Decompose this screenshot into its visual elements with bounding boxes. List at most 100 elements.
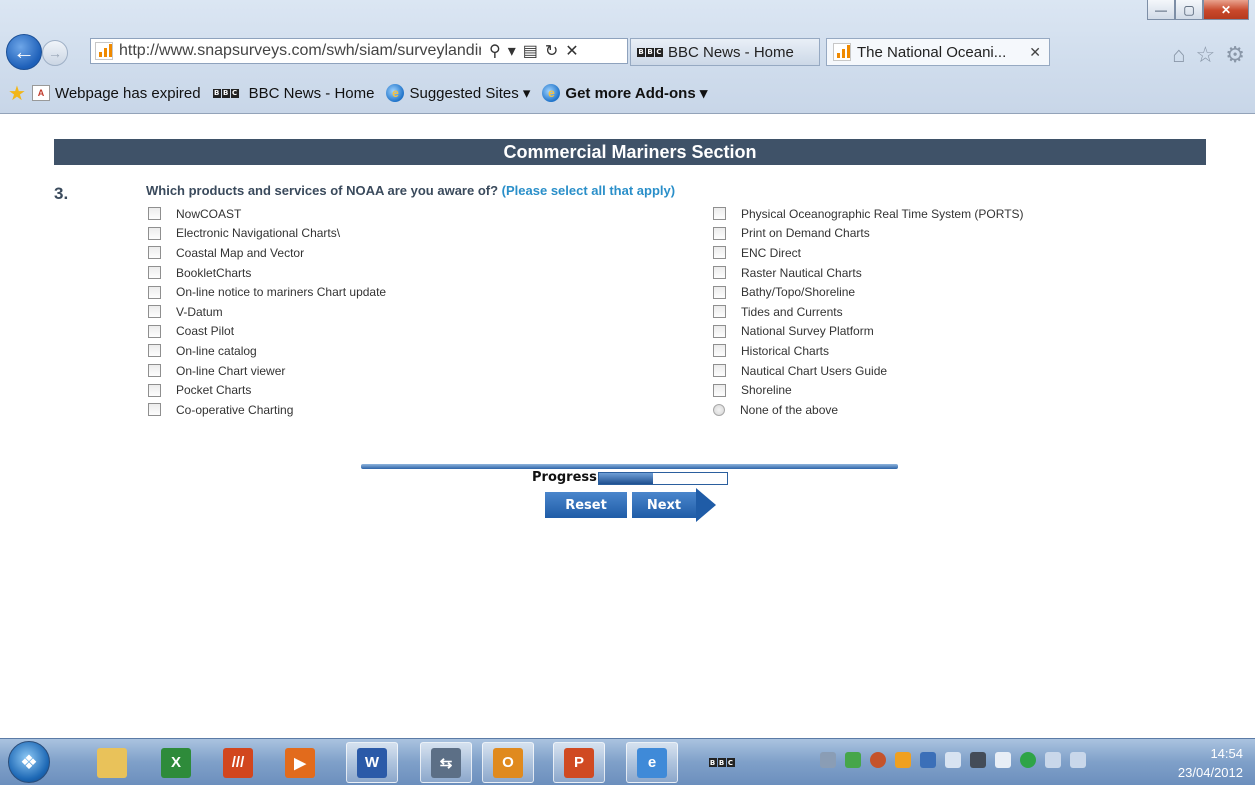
- option-checkbox[interactable]: [148, 226, 161, 240]
- option-radio[interactable]: [713, 403, 725, 416]
- option-checkbox[interactable]: [148, 246, 161, 260]
- option-checkbox[interactable]: [713, 207, 726, 221]
- favorites-star-icon[interactable]: ☆: [1196, 42, 1216, 68]
- tray-flag-icon[interactable]: [945, 752, 961, 768]
- tray-shield-icon[interactable]: [870, 752, 886, 768]
- fav-suggested-sites[interactable]: e Suggested Sites ▾: [386, 84, 530, 102]
- maximize-button[interactable]: ▢: [1175, 0, 1203, 20]
- option-row[interactable]: Coastal Map and Vector: [148, 243, 386, 263]
- home-icon[interactable]: ⌂: [1172, 42, 1185, 68]
- option-row[interactable]: Print on Demand Charts: [713, 224, 1024, 244]
- forward-button[interactable]: →: [42, 40, 68, 66]
- taskbar-pen-app[interactable]: ///: [212, 742, 264, 783]
- option-checkbox[interactable]: [713, 246, 726, 260]
- option-row[interactable]: Bathy/Topo/Shoreline: [713, 282, 1024, 302]
- explorer-icon: [97, 747, 127, 778]
- option-row[interactable]: BookletCharts: [148, 263, 386, 283]
- tray-office-icon[interactable]: [895, 752, 911, 768]
- option-row[interactable]: ENC Direct: [713, 243, 1024, 263]
- tray-volume-icon[interactable]: [1070, 752, 1086, 768]
- option-checkbox[interactable]: [148, 383, 161, 397]
- system-clock[interactable]: 14:54 23/04/2012: [1178, 744, 1243, 782]
- option-row[interactable]: National Survey Platform: [713, 322, 1024, 342]
- start-button[interactable]: ❖: [8, 741, 50, 783]
- taskbar-word[interactable]: W: [346, 742, 398, 783]
- back-button[interactable]: ←: [6, 34, 42, 70]
- option-checkbox[interactable]: [713, 344, 726, 358]
- taskbar-bbc[interactable]: BBC: [698, 742, 750, 783]
- option-row[interactable]: Pocket Charts: [148, 380, 386, 400]
- word-icon: W: [357, 747, 387, 778]
- tab-national-oceanic[interactable]: The National Oceani... ✕: [826, 38, 1050, 66]
- next-arrow-icon[interactable]: [696, 488, 716, 522]
- option-row[interactable]: None of the above: [713, 400, 1024, 420]
- dropdown-arrow-icon[interactable]: ▾: [508, 41, 516, 61]
- tray-check-icon[interactable]: [845, 752, 861, 768]
- tray-sync-icon[interactable]: [1020, 752, 1036, 768]
- option-row[interactable]: Raster Nautical Charts: [713, 263, 1024, 283]
- option-row[interactable]: Tides and Currents: [713, 302, 1024, 322]
- tray-camera-icon[interactable]: [970, 752, 986, 768]
- option-row[interactable]: On-line catalog: [148, 341, 386, 361]
- option-checkbox[interactable]: [148, 305, 161, 319]
- next-button[interactable]: Next: [632, 492, 696, 518]
- option-checkbox[interactable]: [148, 364, 161, 378]
- tray-signal-icon[interactable]: [1045, 752, 1061, 768]
- option-row[interactable]: Coast Pilot: [148, 322, 386, 342]
- option-row[interactable]: Nautical Chart Users Guide: [713, 361, 1024, 381]
- taskbar-outlook[interactable]: O: [482, 742, 534, 783]
- taskbar-explorer[interactable]: [86, 742, 138, 783]
- option-checkbox[interactable]: [713, 383, 726, 397]
- compatibility-view-icon[interactable]: ▤: [523, 41, 538, 61]
- address-bar[interactable]: http://www.snapsurveys.com/swh/siam/surv…: [90, 38, 628, 64]
- taskbar-media[interactable]: ▶: [274, 742, 326, 783]
- option-checkbox[interactable]: [148, 344, 161, 358]
- tray-pen-icon[interactable]: [820, 752, 836, 768]
- option-label: Nautical Chart Users Guide: [741, 363, 888, 378]
- option-row[interactable]: Co-operative Charting: [148, 400, 386, 420]
- option-checkbox[interactable]: [713, 266, 726, 280]
- close-window-button[interactable]: ✕: [1203, 0, 1249, 20]
- stop-icon[interactable]: ✕: [565, 41, 578, 61]
- reset-button[interactable]: Reset: [545, 492, 627, 518]
- option-checkbox[interactable]: [713, 226, 726, 240]
- option-row[interactable]: On-line notice to mariners Chart update: [148, 282, 386, 302]
- option-checkbox[interactable]: [148, 285, 161, 299]
- option-row[interactable]: Electronic Navigational Charts\: [148, 224, 386, 244]
- tray-network-app-icon[interactable]: [920, 752, 936, 768]
- option-checkbox[interactable]: [713, 285, 726, 299]
- close-tab-icon[interactable]: ✕: [1029, 44, 1041, 61]
- option-checkbox[interactable]: [148, 324, 161, 338]
- option-row[interactable]: Shoreline: [713, 380, 1024, 400]
- option-row[interactable]: NowCOAST: [148, 204, 386, 224]
- tab-bbc-news[interactable]: BBC BBC News - Home: [630, 38, 820, 66]
- taskbar-internet-explorer[interactable]: e: [626, 742, 678, 783]
- search-icon[interactable]: ⚲: [489, 41, 501, 61]
- address-url[interactable]: http://www.snapsurveys.com/swh/siam/surv…: [119, 42, 481, 60]
- option-checkbox[interactable]: [713, 305, 726, 319]
- option-checkbox[interactable]: [713, 364, 726, 378]
- option-checkbox[interactable]: [148, 403, 161, 417]
- fav-webpage-expired[interactable]: A Webpage has expired: [31, 85, 201, 102]
- navigation-bar: ← → http://www.snapsurveys.com/swh/siam/…: [4, 34, 1251, 70]
- option-row[interactable]: Historical Charts: [713, 341, 1024, 361]
- option-row[interactable]: Physical Oceanographic Real Time System …: [713, 204, 1024, 224]
- option-label: Physical Oceanographic Real Time System …: [741, 206, 1024, 221]
- outlook-icon: O: [493, 747, 523, 778]
- taskbar-excel[interactable]: X: [150, 742, 202, 783]
- option-label: National Survey Platform: [741, 324, 874, 339]
- refresh-icon[interactable]: ↻: [545, 41, 558, 61]
- favorites-icon[interactable]: ★: [8, 81, 26, 106]
- option-checkbox[interactable]: [148, 266, 161, 280]
- gear-icon[interactable]: ⚙: [1225, 42, 1245, 68]
- option-row[interactable]: V-Datum: [148, 302, 386, 322]
- taskbar-powerpoint[interactable]: P: [553, 742, 605, 783]
- fav-get-addons[interactable]: e Get more Add-ons ▾: [542, 84, 707, 102]
- minimize-button[interactable]: —: [1147, 0, 1175, 20]
- option-checkbox[interactable]: [148, 207, 161, 221]
- tray-battery-icon[interactable]: [995, 752, 1011, 768]
- option-row[interactable]: On-line Chart viewer: [148, 361, 386, 381]
- taskbar-sync[interactable]: ⇆: [420, 742, 472, 783]
- fav-bbc-news[interactable]: BBC BBC News - Home: [212, 85, 374, 102]
- option-checkbox[interactable]: [713, 324, 726, 338]
